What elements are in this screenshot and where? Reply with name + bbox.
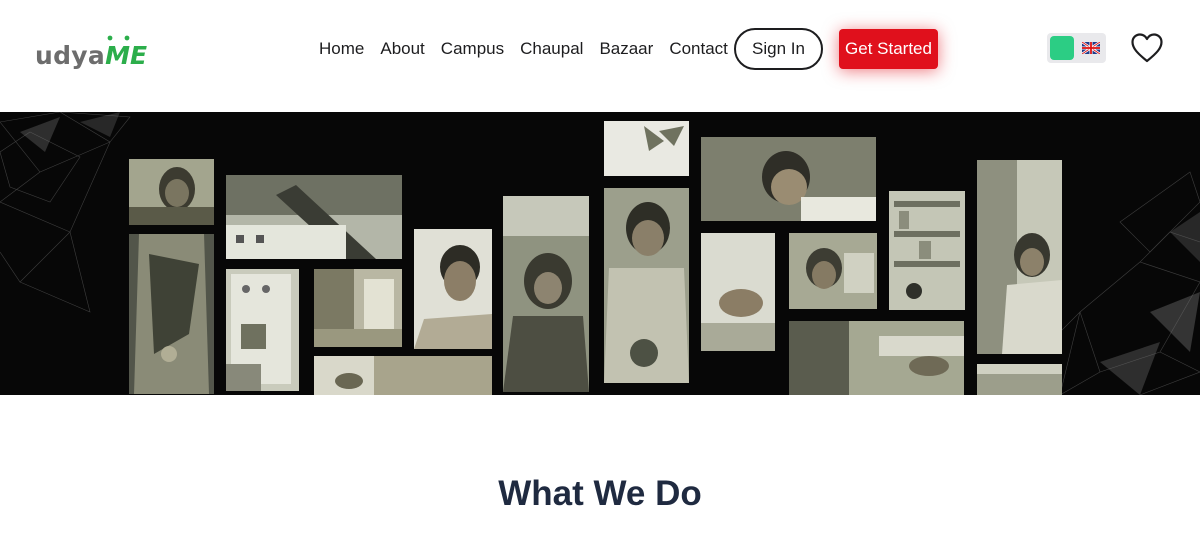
nav-home[interactable]: Home — [319, 38, 364, 60]
photo-elderly-woman — [789, 233, 877, 309]
photo-shopkeeper-woman — [977, 160, 1062, 354]
sign-in-button[interactable]: Sign In — [734, 28, 823, 70]
logo-text-me: ME — [105, 35, 148, 70]
logo-dots-icon — [107, 35, 130, 41]
photo-leaves — [604, 121, 689, 176]
hero-photo-collage — [0, 112, 1200, 395]
language-toggle[interactable] — [1047, 33, 1106, 63]
get-started-button[interactable]: Get Started — [839, 29, 938, 69]
udyame-logo[interactable]: udya ME — [35, 28, 147, 68]
nav-chaupal[interactable]: Chaupal — [520, 38, 583, 60]
site-header: udya ME Home About Campus Chaupal Bazaar… — [0, 0, 1200, 112]
heart-icon[interactable] — [1131, 33, 1163, 63]
photo-woman-stitching — [789, 321, 964, 395]
photo-young-man — [414, 229, 492, 349]
photo-workshop-room — [314, 269, 402, 347]
photo-hands-paper — [701, 233, 775, 351]
nav-contact[interactable]: Contact — [669, 38, 728, 60]
uk-flag-icon — [1082, 42, 1100, 54]
photo-man-writing — [701, 137, 876, 221]
logo-suffix: ME — [105, 41, 148, 70]
photo-factory-machine — [226, 175, 402, 259]
toggle-knob — [1050, 36, 1074, 60]
photo-smiling-woman-plant — [604, 188, 689, 383]
nav-bazaar[interactable]: Bazaar — [599, 38, 653, 60]
photo-shop-shelves — [889, 191, 965, 310]
logo-text-udya: udya — [35, 41, 106, 70]
photo-shop-counter — [977, 364, 1062, 395]
nav-about[interactable]: About — [380, 38, 424, 60]
photo-control-panel — [226, 269, 299, 391]
nav-campus[interactable]: Campus — [441, 38, 504, 60]
photo-woman-veil — [503, 196, 589, 392]
photo-woman-smiling — [129, 159, 214, 225]
what-we-do-heading: What We Do — [498, 474, 702, 513]
main-nav: Home About Campus Chaupal Bazaar Contact — [319, 38, 744, 60]
photo-woman-saree — [129, 234, 214, 394]
photo-hands-device — [314, 356, 492, 395]
